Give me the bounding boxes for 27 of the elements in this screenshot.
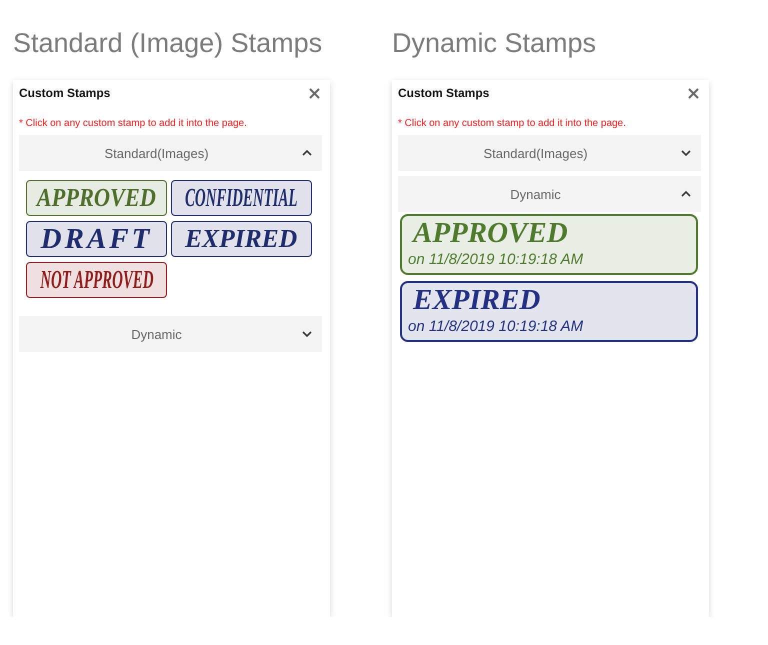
stamp-button[interactable]: APPROVED — [26, 180, 167, 216]
panel-title: Custom Stamps — [19, 86, 110, 100]
stamp-button[interactable]: DRAFT — [26, 221, 167, 257]
accordion-header[interactable]: Dynamic — [19, 316, 322, 352]
chevron-down-icon — [681, 150, 691, 156]
stamp-button[interactable]: CONFIDENTIAL — [171, 180, 312, 216]
stamp-button[interactable]: EXPIRED — [171, 221, 312, 257]
stamp-title: EXPIRED — [413, 285, 540, 316]
panel-title: Custom Stamps — [398, 86, 490, 100]
stamp-button[interactable]: EXPIRED on 11/8/2019 10:19:18 AM — [400, 281, 698, 342]
stamp-title: APPROVED — [413, 218, 568, 249]
page-heading: Dynamic Stamps — [392, 27, 596, 59]
stamp-button[interactable]: NOT APPROVED — [26, 262, 167, 298]
chevron-up-icon — [681, 191, 691, 197]
close-icon[interactable] — [309, 88, 320, 98]
chevron-down-icon — [302, 331, 312, 337]
accordion-header[interactable]: Standard(Images) — [19, 135, 322, 171]
stamp-button[interactable]: APPROVED on 11/8/2019 10:19:18 AM — [400, 214, 698, 275]
chevron-up-icon — [302, 150, 312, 156]
accordion-header[interactable]: Dynamic — [398, 176, 701, 212]
stamp-date: on 11/8/2019 10:19:18 AM — [408, 318, 584, 336]
close-icon[interactable] — [688, 88, 699, 98]
accordion-header[interactable]: Standard(Images) — [398, 135, 701, 171]
instruction-note: * Click on any custom stamp to add it into the page. — [19, 117, 247, 131]
page-heading: Standard (Image) Stamps — [13, 27, 322, 59]
instruction-note: * Click on any custom stamp to add it into the page. — [398, 117, 626, 131]
stamp-date: on 11/8/2019 10:19:18 AM — [408, 251, 584, 269]
